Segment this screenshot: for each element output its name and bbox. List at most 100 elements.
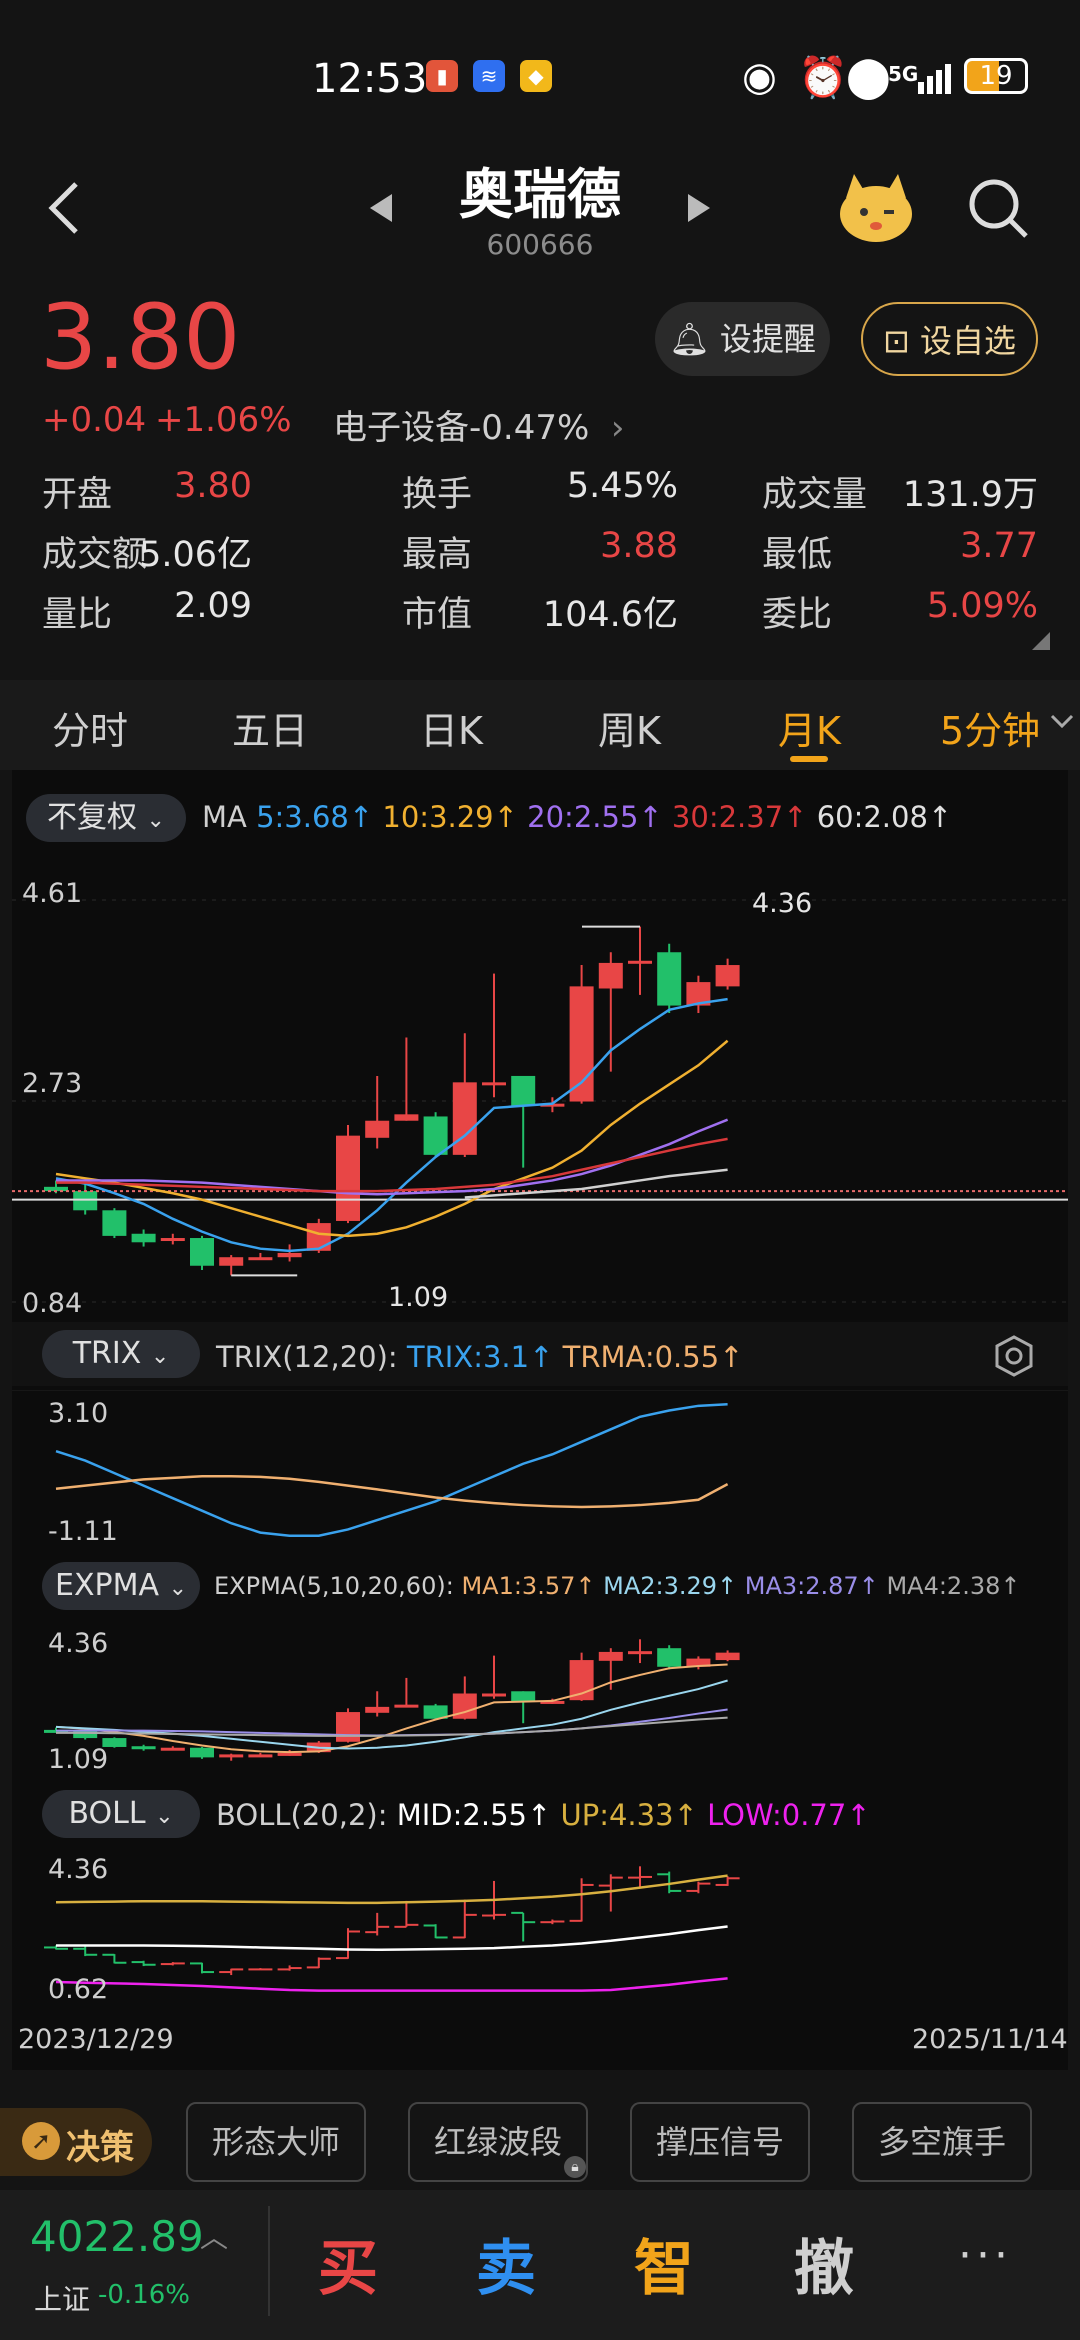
stock-name: 奥瑞德 [459,163,621,226]
candle-body [511,1691,536,1702]
ma-line-ma10 [55,1039,729,1238]
chevron-down-icon: ⌄ [168,1576,187,1601]
ma30-value: 30:2.37↑ [671,800,808,834]
battery-icon: 19 [964,58,1028,94]
expma-ma2: MA2:3.29↑ [603,1572,738,1600]
boll-dropdown[interactable]: BOLL ⌄ [42,1790,200,1838]
candle-body [628,1651,652,1655]
sector-change: -0.47% [469,408,590,448]
candle-body [657,952,682,1006]
add-watchlist-label: 设自选 [919,322,1016,360]
trix-axis-min: -1.11 [48,1516,118,1547]
expma-dropdown[interactable]: EXPMA ⌄ [42,1562,200,1610]
expand-corner-icon[interactable] [1032,632,1050,650]
tab-period[interactable]: 日K [420,700,483,755]
chevron-down-icon: ⌄ [146,808,165,833]
chevron-down-icon: ⌄ [150,1344,170,1369]
stat-value: 5.09% [926,586,1038,626]
decision-button[interactable]: ➚ 决策 [0,2108,152,2176]
price-axis-max: 4.61 [22,878,83,909]
search-icon[interactable] [966,176,1030,240]
stock-code: 600666 [486,228,594,261]
alarm-icon: ⏰ [798,55,848,101]
candle-body [365,1120,390,1138]
sector-name: 电子设备 [333,408,469,448]
decision-label: 决策 [66,2128,134,2168]
trix-legend: TRIX(12,20): TRIX:3.1↑ TRMA:0.55↑ [216,1340,743,1374]
expma-line [56,1708,728,1737]
candle-body [190,1747,214,1758]
candle-body [482,1082,506,1086]
expma-line [55,1663,728,1754]
boll-mid: MID:2.55↑ [396,1798,552,1832]
candle-body [131,1233,156,1243]
trix-params: TRIX(12,20): [216,1340,398,1374]
stat-value: 5.06亿 [139,535,252,575]
price-change-pct: +1.06% [155,400,292,440]
x-axis-start-date: 2023/12/29 [18,2024,174,2055]
index-value[interactable]: 4022.89 [30,2212,204,2261]
candle-body [248,1754,273,1758]
candle-body [160,1238,185,1242]
buy-button[interactable]: 买 [318,2220,378,2307]
smart-button[interactable]: 智 [634,2220,694,2307]
add-watchlist-button[interactable]: ⊡ 设自选 [861,302,1038,376]
sell-button[interactable]: 卖 [476,2220,536,2307]
tool-support-resistance[interactable]: 撑压信号 [630,2102,810,2182]
app-notification-icon: ▮ [426,60,458,92]
tool-red-green-band[interactable]: 红绿波段 [408,2102,588,2182]
settings-icon[interactable] [992,1334,1036,1378]
candle-body [423,1116,448,1155]
set-alert-button[interactable]: 🔔︎ 设提醒 [655,302,830,376]
trma-value: TRMA:0.55↑ [562,1340,744,1374]
more-icon[interactable]: ··· [958,2230,1012,2281]
candle-body [248,1257,273,1261]
candle-body [160,1747,185,1751]
candle-body [102,1210,127,1236]
watchlist-icon: ⊡ [883,322,910,360]
trix-dropdown[interactable]: TRIX ⌄ [42,1330,200,1378]
chevron-down-icon[interactable] [1050,714,1074,730]
back-icon[interactable] [44,178,84,238]
index-name: 上证 [34,2283,91,2316]
boll-low: LOW:0.77↑ [707,1798,871,1832]
stat-value: 5.45% [566,466,678,506]
ma10-value: 10:3.29↑ [382,800,518,834]
cancel-order-button[interactable]: 撤 [794,2220,854,2307]
expma-chart[interactable] [12,1620,1068,1780]
candle-body [598,1651,623,1661]
sector-link[interactable]: 电子设备-0.47% › [333,400,625,449]
tool-pattern-master[interactable]: 形态大师 [186,2102,366,2182]
candle-body [336,1135,360,1221]
x-axis-end-date: 2025/11/14 [912,2024,1068,2055]
trix-chart[interactable] [12,1390,1068,1550]
high-marker-label: 4.36 [752,888,813,919]
tab-period[interactable]: 周K [598,700,661,755]
location-icon: ⬤ [846,54,891,100]
tab-period[interactable]: 5分钟 [940,700,1040,755]
ma-line-ma5 [55,997,728,1253]
tab-period[interactable]: 月K [778,700,841,755]
candle-body [277,1752,302,1756]
adjust-dropdown[interactable]: 不复权 ⌄ [26,794,186,842]
mascot-icon[interactable] [836,168,916,246]
boll-params: BOLL(20,2): [216,1798,388,1832]
set-alert-label: 设提醒 [719,320,816,358]
index-change: -0.16% [98,2280,190,2310]
trix-axis-max: 3.10 [48,1398,109,1429]
stat-value: 3.77 [960,526,1038,566]
bell-icon: 🔔︎ [669,320,710,358]
boll-chart[interactable] [12,1848,1068,2008]
tool-long-short[interactable]: 多空旗手 [852,2102,1032,2182]
chevron-up-icon[interactable]: ︿ [200,2216,228,2256]
tab-period[interactable]: 分时 [52,700,128,755]
expma-axis-max: 4.36 [48,1628,109,1659]
next-stock-icon[interactable] [686,192,712,224]
tab-period[interactable]: 五日 [232,700,308,755]
stat-value: 3.80 [174,466,252,506]
stat-value: 104.6亿 [542,595,678,635]
candlestick-chart[interactable] [12,870,1068,1320]
divider [268,2206,270,2316]
chevron-right-icon: › [600,408,625,448]
ma20-value: 20:2.55↑ [527,800,663,834]
